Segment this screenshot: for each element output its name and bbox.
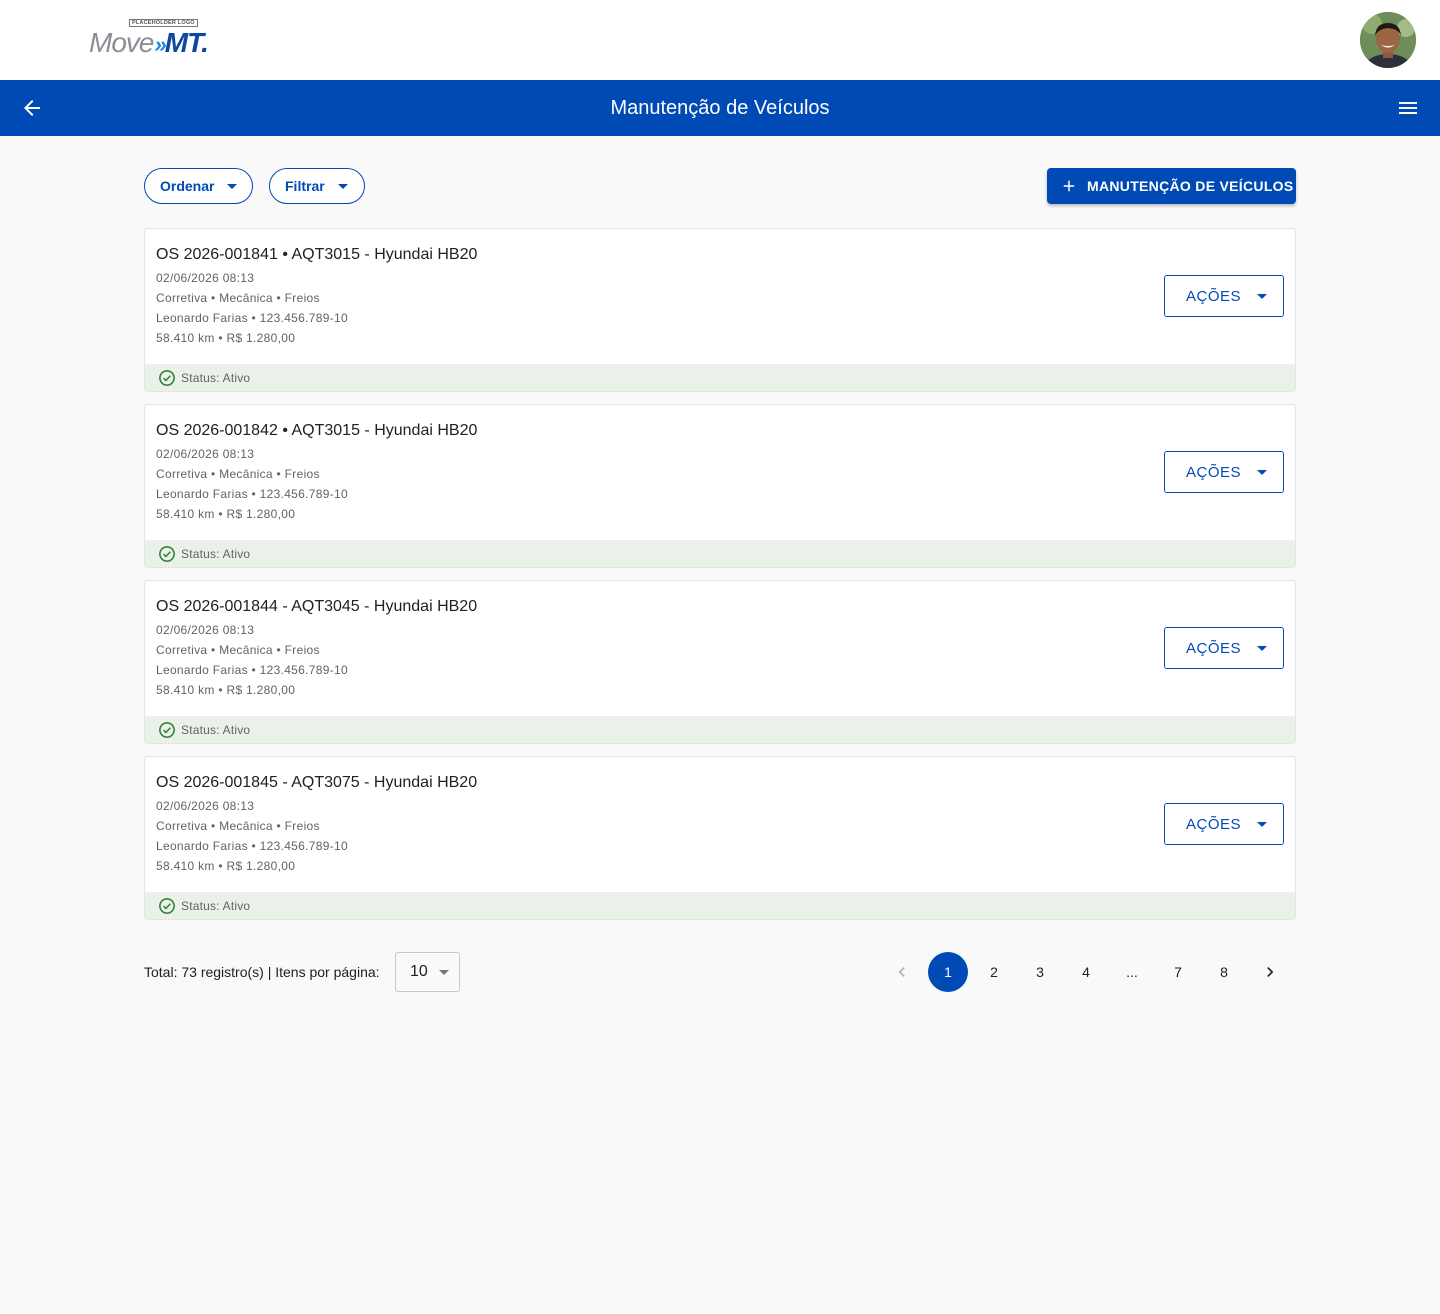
next-page-button[interactable]: [1250, 952, 1290, 992]
card-mileage-cost: 58.410 km • R$ 1.280,00: [156, 331, 296, 345]
card-person: Leonardo Farias • 123.456.789-10: [156, 839, 348, 853]
maintenance-card: OS 2026-001844 - AQT3045 - Hyundai HB20 …: [144, 580, 1296, 744]
logo-placeholder-tag: PLACEHOLDER LOGO: [129, 19, 198, 27]
page-ellipsis: ...: [1126, 964, 1138, 980]
logo: PLACEHOLDER LOGO Move»MT.: [89, 18, 229, 62]
actions-label: AÇÕES: [1186, 639, 1242, 657]
card-mileage-cost: 58.410 km • R$ 1.280,00: [156, 859, 296, 873]
app-bar: Manutenção de Veículos: [0, 80, 1440, 136]
card-datetime: 02/06/2026 08:13: [156, 447, 255, 461]
card-categories: Corretiva • Mecânica • Freios: [156, 643, 320, 657]
card-datetime: 02/06/2026 08:13: [156, 799, 255, 813]
caret-down-icon: [1257, 293, 1268, 299]
check-circle-icon: [159, 898, 175, 914]
logo-chevrons: »: [154, 32, 166, 57]
page-button-2[interactable]: 2: [974, 952, 1014, 992]
status-text: Status: Ativo: [181, 371, 251, 385]
add-maintenance-label: MANUTENÇÃO DE VEÍCULOS: [1087, 178, 1294, 194]
caret-down-icon: [438, 969, 449, 975]
check-circle-icon: [159, 546, 175, 562]
card-person: Leonardo Farias • 123.456.789-10: [156, 487, 348, 501]
caret-down-icon: [337, 183, 348, 189]
status-text: Status: Ativo: [181, 547, 251, 561]
plus-icon: [1063, 180, 1075, 192]
page-button-7[interactable]: 7: [1158, 952, 1198, 992]
page-button-8[interactable]: 8: [1204, 952, 1244, 992]
status-bar: Status: Ativo: [145, 364, 1295, 391]
status-bar: Status: Ativo: [145, 540, 1295, 567]
actions-dropdown-button[interactable]: AÇÕES: [1164, 803, 1284, 845]
items-per-page-select[interactable]: 10: [395, 952, 460, 992]
card-categories: Corretiva • Mecânica • Freios: [156, 467, 320, 481]
user-avatar-photo-icon: [1360, 12, 1416, 68]
status-text: Status: Ativo: [181, 723, 251, 737]
chevron-left-icon: [898, 967, 905, 977]
caret-down-icon: [1257, 469, 1268, 475]
page-button-1[interactable]: 1: [928, 952, 968, 992]
items-per-page-value: 10: [410, 963, 428, 980]
status-bar: Status: Ativo: [145, 892, 1295, 919]
card-mileage-cost: 58.410 km • R$ 1.280,00: [156, 683, 296, 697]
actions-dropdown-button[interactable]: AÇÕES: [1164, 627, 1284, 669]
logo-move-text: Move: [89, 27, 154, 58]
actions-label: AÇÕES: [1186, 815, 1242, 833]
card-datetime: 02/06/2026 08:13: [156, 271, 255, 285]
actions-label: AÇÕES: [1186, 287, 1242, 305]
page-button-3[interactable]: 3: [1020, 952, 1060, 992]
sort-button[interactable]: Ordenar: [144, 168, 253, 204]
status-text: Status: Ativo: [181, 899, 251, 913]
logo-mt-text: MT.: [164, 27, 209, 58]
top-header: PLACEHOLDER LOGO Move»MT.: [0, 0, 1440, 80]
card-title: OS 2026-001845 - AQT3075 - Hyundai HB20: [156, 774, 478, 791]
sort-label: Ordenar: [160, 178, 215, 194]
card-title: OS 2026-001842 • AQT3015 - Hyundai HB20: [156, 422, 478, 439]
status-bar: Status: Ativo: [145, 716, 1295, 743]
page-button-4[interactable]: 4: [1066, 952, 1106, 992]
card-categories: Corretiva • Mecânica • Freios: [156, 819, 320, 833]
previous-page-button[interactable]: [882, 952, 922, 992]
card-datetime: 02/06/2026 08:13: [156, 623, 255, 637]
chevron-right-icon: [1267, 967, 1274, 977]
actions-label: AÇÕES: [1186, 463, 1242, 481]
card-title: OS 2026-001844 - AQT3045 - Hyundai HB20: [156, 598, 478, 615]
menu-button[interactable]: [1396, 96, 1420, 120]
card-title: OS 2026-001841 • AQT3015 - Hyundai HB20: [156, 246, 478, 263]
caret-down-icon: [227, 183, 238, 189]
filter-button[interactable]: Filtrar: [269, 168, 365, 204]
add-maintenance-button[interactable]: MANUTENÇÃO DE VEÍCULOS: [1047, 168, 1296, 204]
user-avatar[interactable]: [1360, 12, 1416, 68]
caret-down-icon: [1257, 645, 1268, 651]
card-person: Leonardo Farias • 123.456.789-10: [156, 663, 348, 677]
caret-down-icon: [1257, 821, 1268, 827]
actions-dropdown-button[interactable]: AÇÕES: [1164, 451, 1284, 493]
filter-label: Filtrar: [285, 178, 325, 194]
logo-wordmark: Move»MT.: [89, 27, 209, 61]
maintenance-card: OS 2026-001841 • AQT3015 - Hyundai HB20 …: [144, 228, 1296, 392]
page-title: Manutenção de Veículos: [610, 97, 830, 119]
maintenance-card: OS 2026-001842 • AQT3015 - Hyundai HB20 …: [144, 404, 1296, 568]
actions-dropdown-button[interactable]: AÇÕES: [1164, 275, 1284, 317]
hamburger-menu-icon: [1399, 102, 1417, 114]
check-circle-icon: [159, 722, 175, 738]
card-categories: Corretiva • Mecânica • Freios: [156, 291, 320, 305]
total-records-text: Total: 73 registro(s) | Itens por página…: [144, 964, 380, 980]
card-mileage-cost: 58.410 km • R$ 1.280,00: [156, 507, 296, 521]
maintenance-card: OS 2026-001845 - AQT3075 - Hyundai HB20 …: [144, 756, 1296, 920]
card-person: Leonardo Farias • 123.456.789-10: [156, 311, 348, 325]
check-circle-icon: [159, 370, 175, 386]
